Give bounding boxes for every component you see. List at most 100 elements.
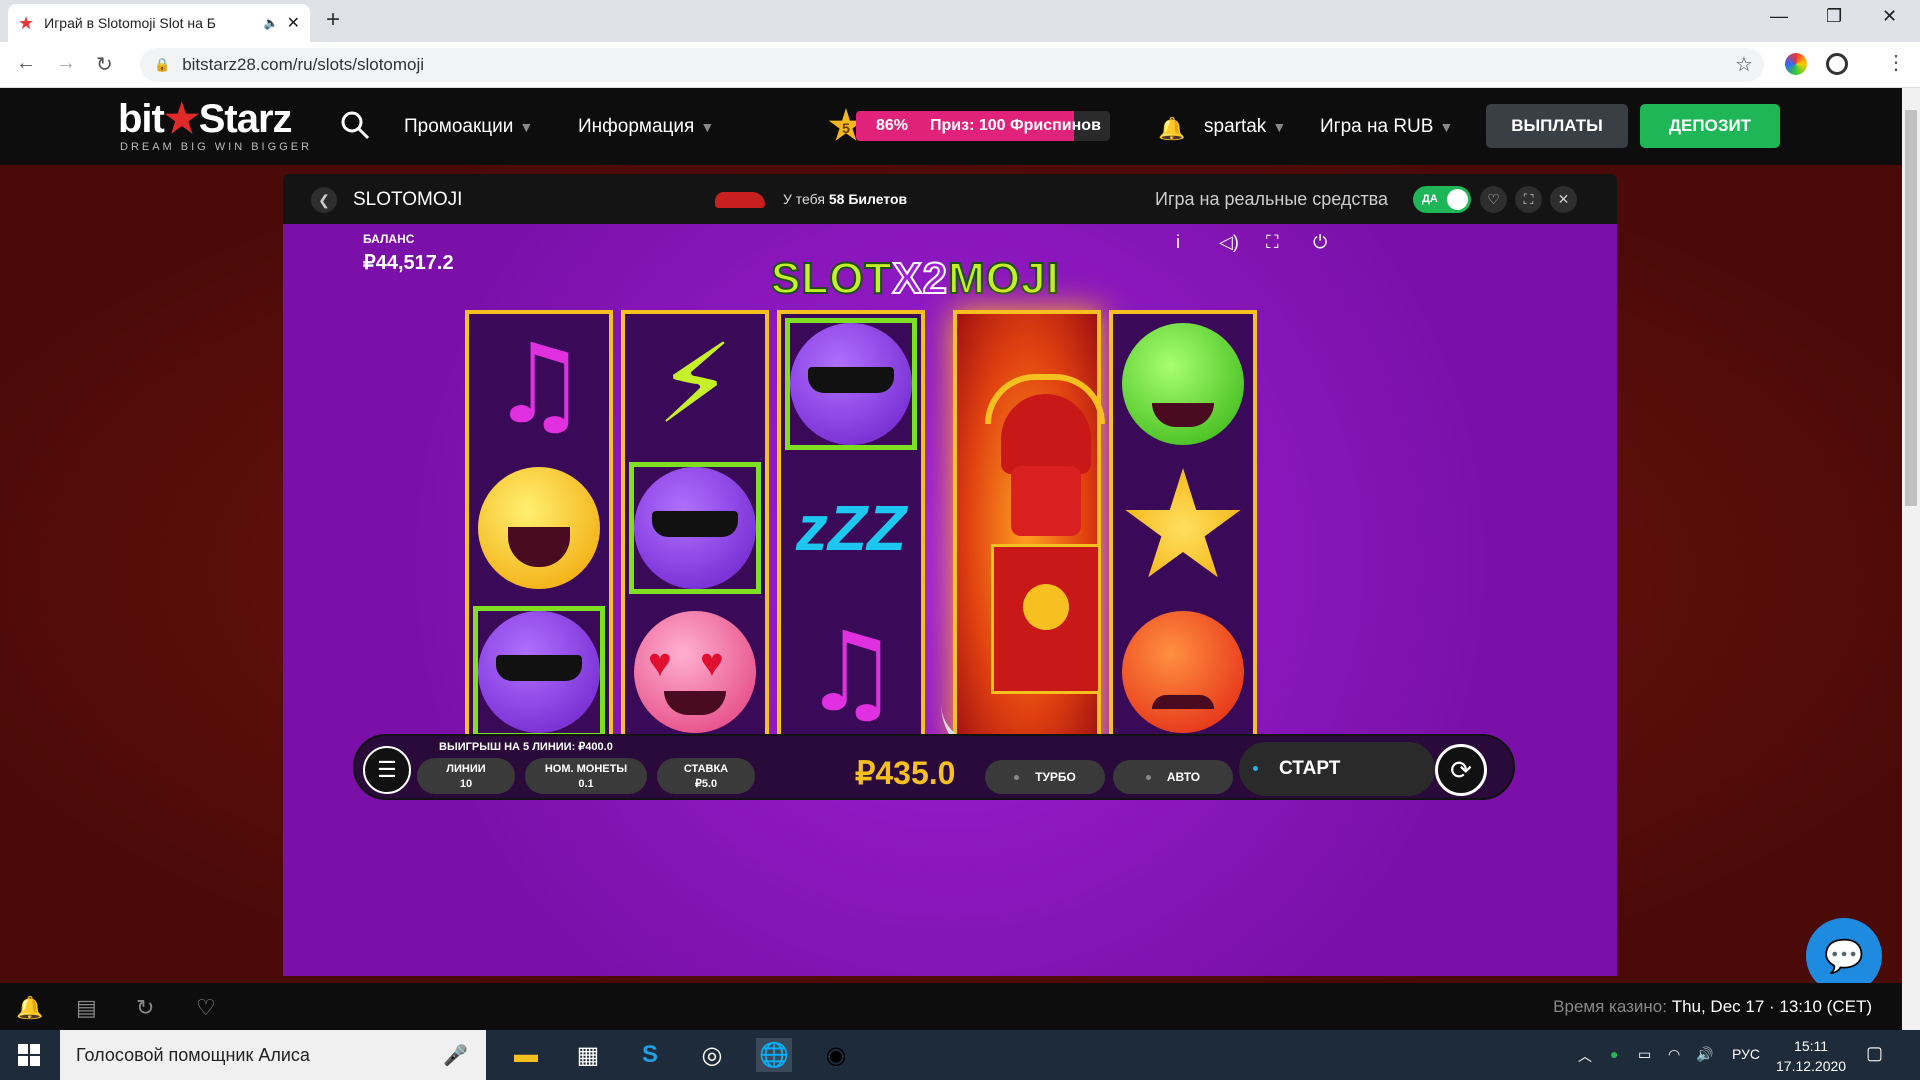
sick-emoji-icon bbox=[1122, 323, 1244, 445]
fullscreen-icon[interactable]: ⛶ bbox=[1266, 232, 1279, 253]
browser-tab[interactable]: ★ Играй в Slotomoji Slot на Б 🔈 ✕ bbox=[8, 4, 310, 42]
bell-icon[interactable]: 🔔 bbox=[16, 995, 43, 1021]
favorite-heart-icon[interactable]: ♡ bbox=[1480, 186, 1507, 213]
spin-refresh-icon[interactable]: ⟳ bbox=[1435, 744, 1487, 796]
turbo-button[interactable]: ТУРБО bbox=[985, 760, 1105, 794]
start-indicator bbox=[1253, 766, 1258, 771]
skype-icon[interactable]: S bbox=[632, 1038, 668, 1072]
slot-game[interactable]: БАЛАНС ₽44,517.2 i ◁) ⛶ ⏻ SLOTX2MOJI ♫ ⚡… bbox=[283, 224, 1617, 976]
lines-selector[interactable]: ЛИНИИ 10 bbox=[417, 758, 515, 794]
forward-arrow-icon[interactable]: → bbox=[56, 52, 76, 75]
progress-percent: 86% bbox=[876, 117, 909, 134]
menu-information[interactable]: Информация ▼ bbox=[578, 116, 714, 138]
payouts-button[interactable]: ВЫПЛАТЫ bbox=[1486, 104, 1628, 148]
clock-time: 15:11 bbox=[1794, 1038, 1829, 1054]
star-icon bbox=[1125, 468, 1241, 578]
menu-promotions-label: Промоакции bbox=[404, 116, 514, 137]
slotomoji-logo: SLOTX2MOJI bbox=[770, 226, 1060, 336]
extension-icon[interactable] bbox=[1785, 53, 1807, 75]
volume-icon[interactable]: 🔊 bbox=[1696, 1046, 1713, 1063]
tray-expand-icon[interactable]: ︿ bbox=[1578, 1046, 1592, 1066]
url-text: bitstarz28.com/ru/slots/slotomoji bbox=[182, 55, 425, 74]
zzz-icon: zZZ bbox=[795, 492, 907, 564]
windows-start-icon[interactable] bbox=[18, 1044, 40, 1066]
level-progress[interactable]: 5 86% Приз: 100 Фриспинов bbox=[828, 108, 1110, 142]
calculator-icon[interactable]: ▦ bbox=[570, 1038, 606, 1072]
deposit-button[interactable]: ДЕПОЗИТ bbox=[1640, 104, 1780, 148]
refresh-icon[interactable]: ↻ bbox=[136, 995, 154, 1021]
taskbar-search[interactable]: Голосовой помощник Алиса 🎤 bbox=[60, 1030, 486, 1080]
microphone-icon[interactable]: 🎤 bbox=[443, 1043, 468, 1068]
logo-slot: SLOT bbox=[770, 253, 893, 304]
fullscreen-icon[interactable]: ⛶ bbox=[1515, 186, 1542, 213]
heart-plus-icon[interactable]: ♡ bbox=[196, 995, 216, 1021]
file-explorer-icon[interactable]: ▬ bbox=[508, 1038, 544, 1072]
slot-machine-icon[interactable]: ▤ bbox=[76, 995, 97, 1021]
chevron-down-icon: ▼ bbox=[1272, 119, 1287, 135]
logo-tagline: DREAM BIG WIN BIGGER bbox=[120, 141, 313, 153]
minimize-button[interactable]: — bbox=[1770, 6, 1788, 27]
toggle-knob bbox=[1447, 189, 1468, 210]
notification-bell-icon[interactable]: 🔔 bbox=[1158, 116, 1185, 142]
search-icon[interactable] bbox=[340, 110, 370, 140]
reload-icon[interactable]: ↻ bbox=[96, 52, 113, 77]
info-icon[interactable]: i bbox=[1176, 232, 1180, 253]
tab-title: Играй в Slotomoji Slot на Б bbox=[44, 15, 216, 31]
search-text: Голосовой помощник Алиса bbox=[76, 1044, 310, 1065]
chrome-icon[interactable]: ◉ bbox=[818, 1038, 854, 1072]
start-label: СТАРТ bbox=[1279, 758, 1341, 779]
notifications-icon[interactable]: ▢ bbox=[1866, 1043, 1883, 1064]
back-chevron-icon[interactable]: ❮ bbox=[311, 187, 337, 213]
page-scrollbar[interactable] bbox=[1902, 88, 1920, 1030]
bet-selector[interactable]: СТАВКА ₽5.0 bbox=[657, 758, 755, 794]
battery-icon[interactable]: ▭ bbox=[1638, 1046, 1651, 1063]
total-win-amount: ₽435.0 bbox=[855, 755, 956, 791]
power-icon[interactable]: ⏻ bbox=[1313, 232, 1327, 253]
music-note-icon: ♫ bbox=[801, 608, 901, 736]
scrollbar-thumb[interactable] bbox=[1905, 110, 1917, 506]
taskbar-clock[interactable]: 15:11 17.12.2020 bbox=[1776, 1036, 1846, 1076]
browser-menu-icon[interactable]: ⋮ bbox=[1886, 50, 1906, 75]
new-tab-button[interactable]: + bbox=[326, 6, 340, 34]
yandex-browser-icon[interactable]: 🌐 bbox=[756, 1038, 792, 1072]
maximize-button[interactable]: ❐ bbox=[1826, 6, 1842, 27]
coin-value: 0.1 bbox=[578, 778, 594, 790]
close-game-icon[interactable]: ✕ bbox=[1550, 186, 1577, 213]
menu-hamburger-icon[interactable]: ☰ bbox=[363, 746, 411, 794]
casino-time-value: Thu, Dec 17 · 13:10 (CET) bbox=[1671, 997, 1872, 1016]
back-arrow-icon[interactable]: ← bbox=[16, 52, 36, 75]
lightning-icon: ⚡ bbox=[656, 320, 734, 448]
sound-icon[interactable]: ◁) bbox=[1219, 232, 1239, 253]
audio-playing-icon[interactable]: 🔈 bbox=[264, 16, 279, 30]
casino-time: Время казино: Thu, Dec 17 · 13:10 (CET) bbox=[1553, 997, 1872, 1017]
logo-x2: X2 bbox=[891, 253, 949, 304]
tray-app-icon[interactable]: ● bbox=[1610, 1046, 1618, 1062]
real-money-toggle[interactable]: ДА bbox=[1413, 186, 1471, 213]
address-bar[interactable]: 🔒 bitstarz28.com/ru/slots/slotomoji bbox=[140, 48, 1764, 82]
user-menu[interactable]: spartak ▼ bbox=[1204, 116, 1286, 138]
media-player-icon[interactable]: ◎ bbox=[694, 1038, 730, 1072]
auto-button[interactable]: АВТО bbox=[1113, 760, 1233, 794]
currency-menu[interactable]: Игра на RUB ▼ bbox=[1320, 116, 1453, 138]
wifi-icon[interactable]: ◠ bbox=[1668, 1046, 1680, 1063]
cool-emoji-symbol bbox=[473, 606, 605, 738]
toggle-label: ДА bbox=[1422, 193, 1438, 205]
site-header: bit★Starz DREAM BIG WIN BIGGER Промоакци… bbox=[0, 88, 1920, 165]
lightning-symbol: ⚡ bbox=[629, 318, 761, 450]
menu-promotions[interactable]: Промоакции ▼ bbox=[404, 116, 533, 138]
coin-value-selector[interactable]: НОМ. МОНЕТЫ 0.1 bbox=[525, 758, 647, 794]
start-button[interactable]: СТАРТ bbox=[1239, 742, 1435, 796]
tab-close-icon[interactable]: ✕ bbox=[287, 13, 300, 33]
emoji-mouth bbox=[1152, 695, 1214, 709]
bitstarz-logo[interactable]: bit★Starz DREAM BIG WIN BIGGER bbox=[118, 96, 309, 153]
username: spartak bbox=[1204, 116, 1267, 137]
cool-emoji-icon bbox=[790, 323, 912, 445]
extension-icon[interactable] bbox=[1826, 53, 1848, 75]
currency-label: Игра на RUB bbox=[1320, 116, 1434, 137]
balance-value: ₽44,517.2 bbox=[363, 252, 454, 274]
bookmark-star-icon[interactable]: ☆ bbox=[1735, 52, 1753, 77]
reel-1: ♫ bbox=[465, 310, 613, 752]
language-indicator[interactable]: РУС bbox=[1732, 1046, 1760, 1062]
close-window-button[interactable]: ✕ bbox=[1882, 6, 1897, 27]
star-symbol bbox=[1117, 462, 1249, 594]
